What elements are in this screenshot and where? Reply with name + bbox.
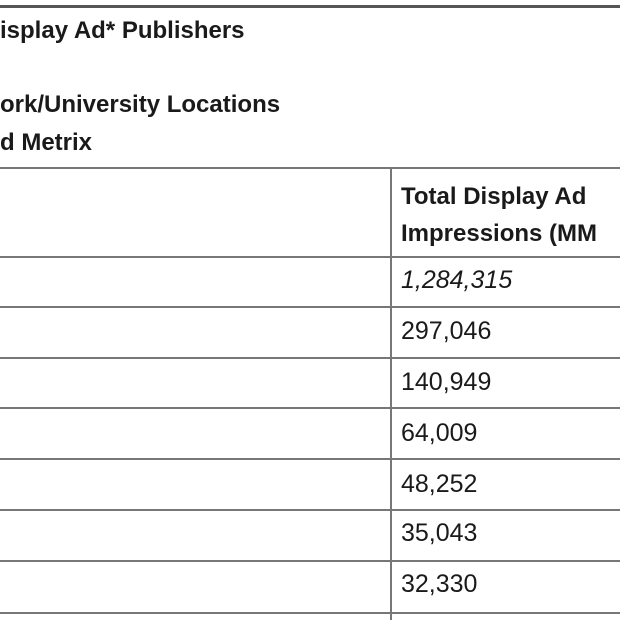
source-note: d Metrix: [0, 129, 93, 156]
row-border: [0, 612, 620, 614]
row-border: [0, 306, 620, 308]
row-border: [0, 560, 620, 562]
impressions-cell: 35,043: [401, 519, 478, 547]
table-top-border: [0, 167, 620, 169]
impressions-cell: 140,949: [401, 368, 492, 396]
impressions-cell: 48,252: [401, 470, 478, 498]
column-header-line-2: Impressions (MM: [401, 220, 598, 247]
impressions-cell: 32,330: [401, 570, 478, 598]
header-row-border: [0, 256, 620, 258]
impressions-cell-total: 1,284,315: [401, 266, 513, 294]
row-border: [0, 458, 620, 460]
impressions-cell: 64,009: [401, 419, 478, 447]
row-border: [0, 407, 620, 409]
page-subtitle: ork/University Locations: [0, 91, 281, 118]
column-header-line-1: Total Display Ad: [401, 183, 587, 210]
row-border: [0, 357, 620, 359]
top-border: [0, 5, 620, 8]
row-border: [0, 509, 620, 511]
column-header-impressions: Total Display Ad Impressions (MM: [401, 178, 597, 252]
impressions-cell: 297,046: [401, 317, 492, 345]
page-title: isplay Ad* Publishers: [0, 17, 245, 44]
column-divider: [390, 167, 392, 620]
